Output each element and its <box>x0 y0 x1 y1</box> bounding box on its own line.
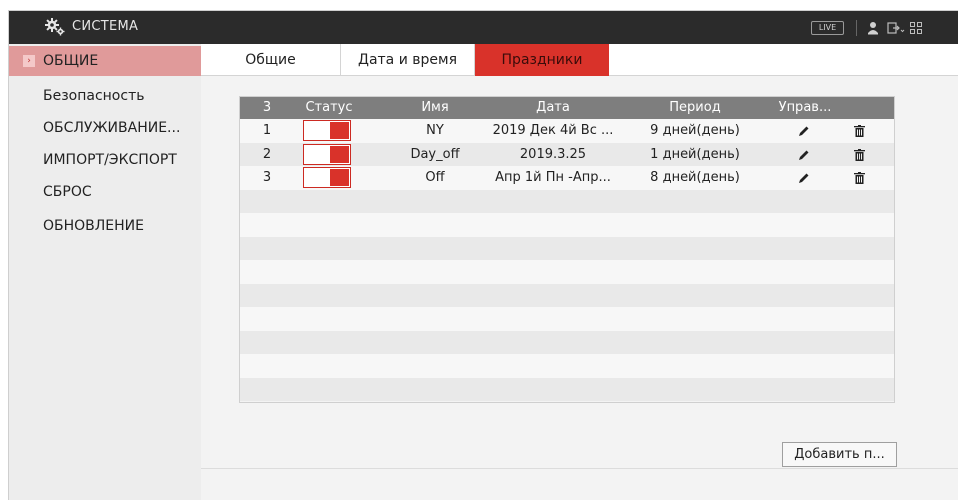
row-date: Апр 1й Пн -Апр... <box>495 170 611 185</box>
tab-general[interactable]: Общие <box>201 44 341 76</box>
header-status: Статус <box>305 100 353 115</box>
toggle-knob <box>330 169 349 186</box>
edit-icon[interactable] <box>798 172 810 184</box>
sidebar-item-maintenance[interactable]: ОБСЛУЖИВАНИЕ... <box>9 113 201 143</box>
logout-icon[interactable] <box>887 21 905 35</box>
empty-row <box>240 189 894 213</box>
sidebar-item-label: ОБСЛУЖИВАНИЕ... <box>43 120 181 136</box>
sidebar-item-reset[interactable]: СБРОС <box>9 177 201 207</box>
row-name: NY <box>426 123 444 138</box>
header-count: 3 <box>262 100 272 115</box>
app-window: СИСТЕМА LIVE › ОБЩИЕ Безопасность ОБСЛУЖ… <box>8 10 958 500</box>
empty-row <box>240 354 894 378</box>
gears-icon <box>45 18 65 36</box>
header-period: Период <box>669 100 721 115</box>
user-icon[interactable] <box>867 21 879 35</box>
live-button[interactable]: LIVE <box>811 21 844 35</box>
toggle-knob <box>330 145 349 163</box>
sidebar-item-label: ОБНОВЛЕНИЕ <box>43 218 144 234</box>
empty-row <box>240 377 894 401</box>
sidebar-item-security[interactable]: Безопасность <box>9 81 201 111</box>
row-date: 2019 Дек 4й Вс ... <box>492 123 614 138</box>
row-period: 9 дней(день) <box>650 123 740 138</box>
tab-holidays[interactable]: Праздники <box>475 44 609 76</box>
row-number: 2 <box>262 146 272 162</box>
empty-row <box>240 330 894 354</box>
sidebar-item-import-export[interactable]: ИМПОРТ/ЭКСПОРТ <box>9 145 201 175</box>
header-manage: Управ... <box>778 100 832 115</box>
main-content: 3 Статус Имя Дата Период Управ... 1 NY 2… <box>201 76 958 500</box>
sidebar-item-label: ИМПОРТ/ЭКСПОРТ <box>43 152 177 168</box>
table-row[interactable]: 1 NY 2019 Дек 4й Вс ... 9 дней(день) <box>240 119 894 143</box>
top-bar: СИСТЕМА LIVE <box>9 11 958 44</box>
table-header: 3 Статус Имя Дата Период Управ... <box>240 97 894 119</box>
empty-row <box>240 213 894 237</box>
tab-date-time[interactable]: Дата и время <box>341 44 475 76</box>
row-period: 8 дней(день) <box>650 170 740 185</box>
footer-divider <box>201 468 958 469</box>
sidebar-item-general[interactable]: › ОБЩИЕ <box>9 46 201 76</box>
table-row[interactable]: 3 Off Апр 1й Пн -Апр... 8 дней(день) <box>240 166 894 190</box>
row-period: 1 дней(день) <box>650 146 740 162</box>
edit-icon[interactable] <box>798 125 810 137</box>
row-date: 2019.3.25 <box>519 146 587 162</box>
holidays-table: 3 Статус Имя Дата Период Управ... 1 NY 2… <box>239 96 895 403</box>
delete-icon[interactable] <box>854 125 865 137</box>
row-name: Off <box>425 170 445 185</box>
toolbar-divider <box>856 20 857 36</box>
status-toggle[interactable] <box>303 120 351 141</box>
table-row[interactable]: 2 Day_off 2019.3.25 1 дней(день) <box>240 142 894 166</box>
page-title: СИСТЕМА <box>72 19 139 34</box>
sidebar-item-label: СБРОС <box>43 184 92 200</box>
row-number: 1 <box>262 123 272 138</box>
add-holiday-button[interactable]: Добавить п... <box>782 442 897 467</box>
row-number: 3 <box>262 170 272 185</box>
sidebar-item-label: Безопасность <box>43 88 145 104</box>
status-toggle[interactable] <box>303 143 351 165</box>
header-name: Имя <box>421 100 449 115</box>
delete-icon[interactable] <box>854 172 865 184</box>
sidebar: › ОБЩИЕ Безопасность ОБСЛУЖИВАНИЕ... ИМП… <box>9 44 201 500</box>
empty-row <box>240 260 894 284</box>
chevron-right-icon: › <box>23 55 35 67</box>
sidebar-item-update[interactable]: ОБНОВЛЕНИЕ <box>9 211 201 241</box>
row-name: Day_off <box>410 146 460 162</box>
toggle-knob <box>330 122 349 139</box>
empty-row <box>240 307 894 331</box>
empty-row <box>240 236 894 260</box>
delete-icon[interactable] <box>854 148 865 161</box>
empty-row <box>240 283 894 307</box>
edit-icon[interactable] <box>798 149 810 161</box>
status-toggle[interactable] <box>303 167 351 188</box>
grid-icon[interactable] <box>910 21 922 35</box>
tab-bar: Общие Дата и время Праздники <box>201 44 958 76</box>
sidebar-item-label: ОБЩИЕ <box>43 53 99 69</box>
header-date: Дата <box>536 100 570 115</box>
